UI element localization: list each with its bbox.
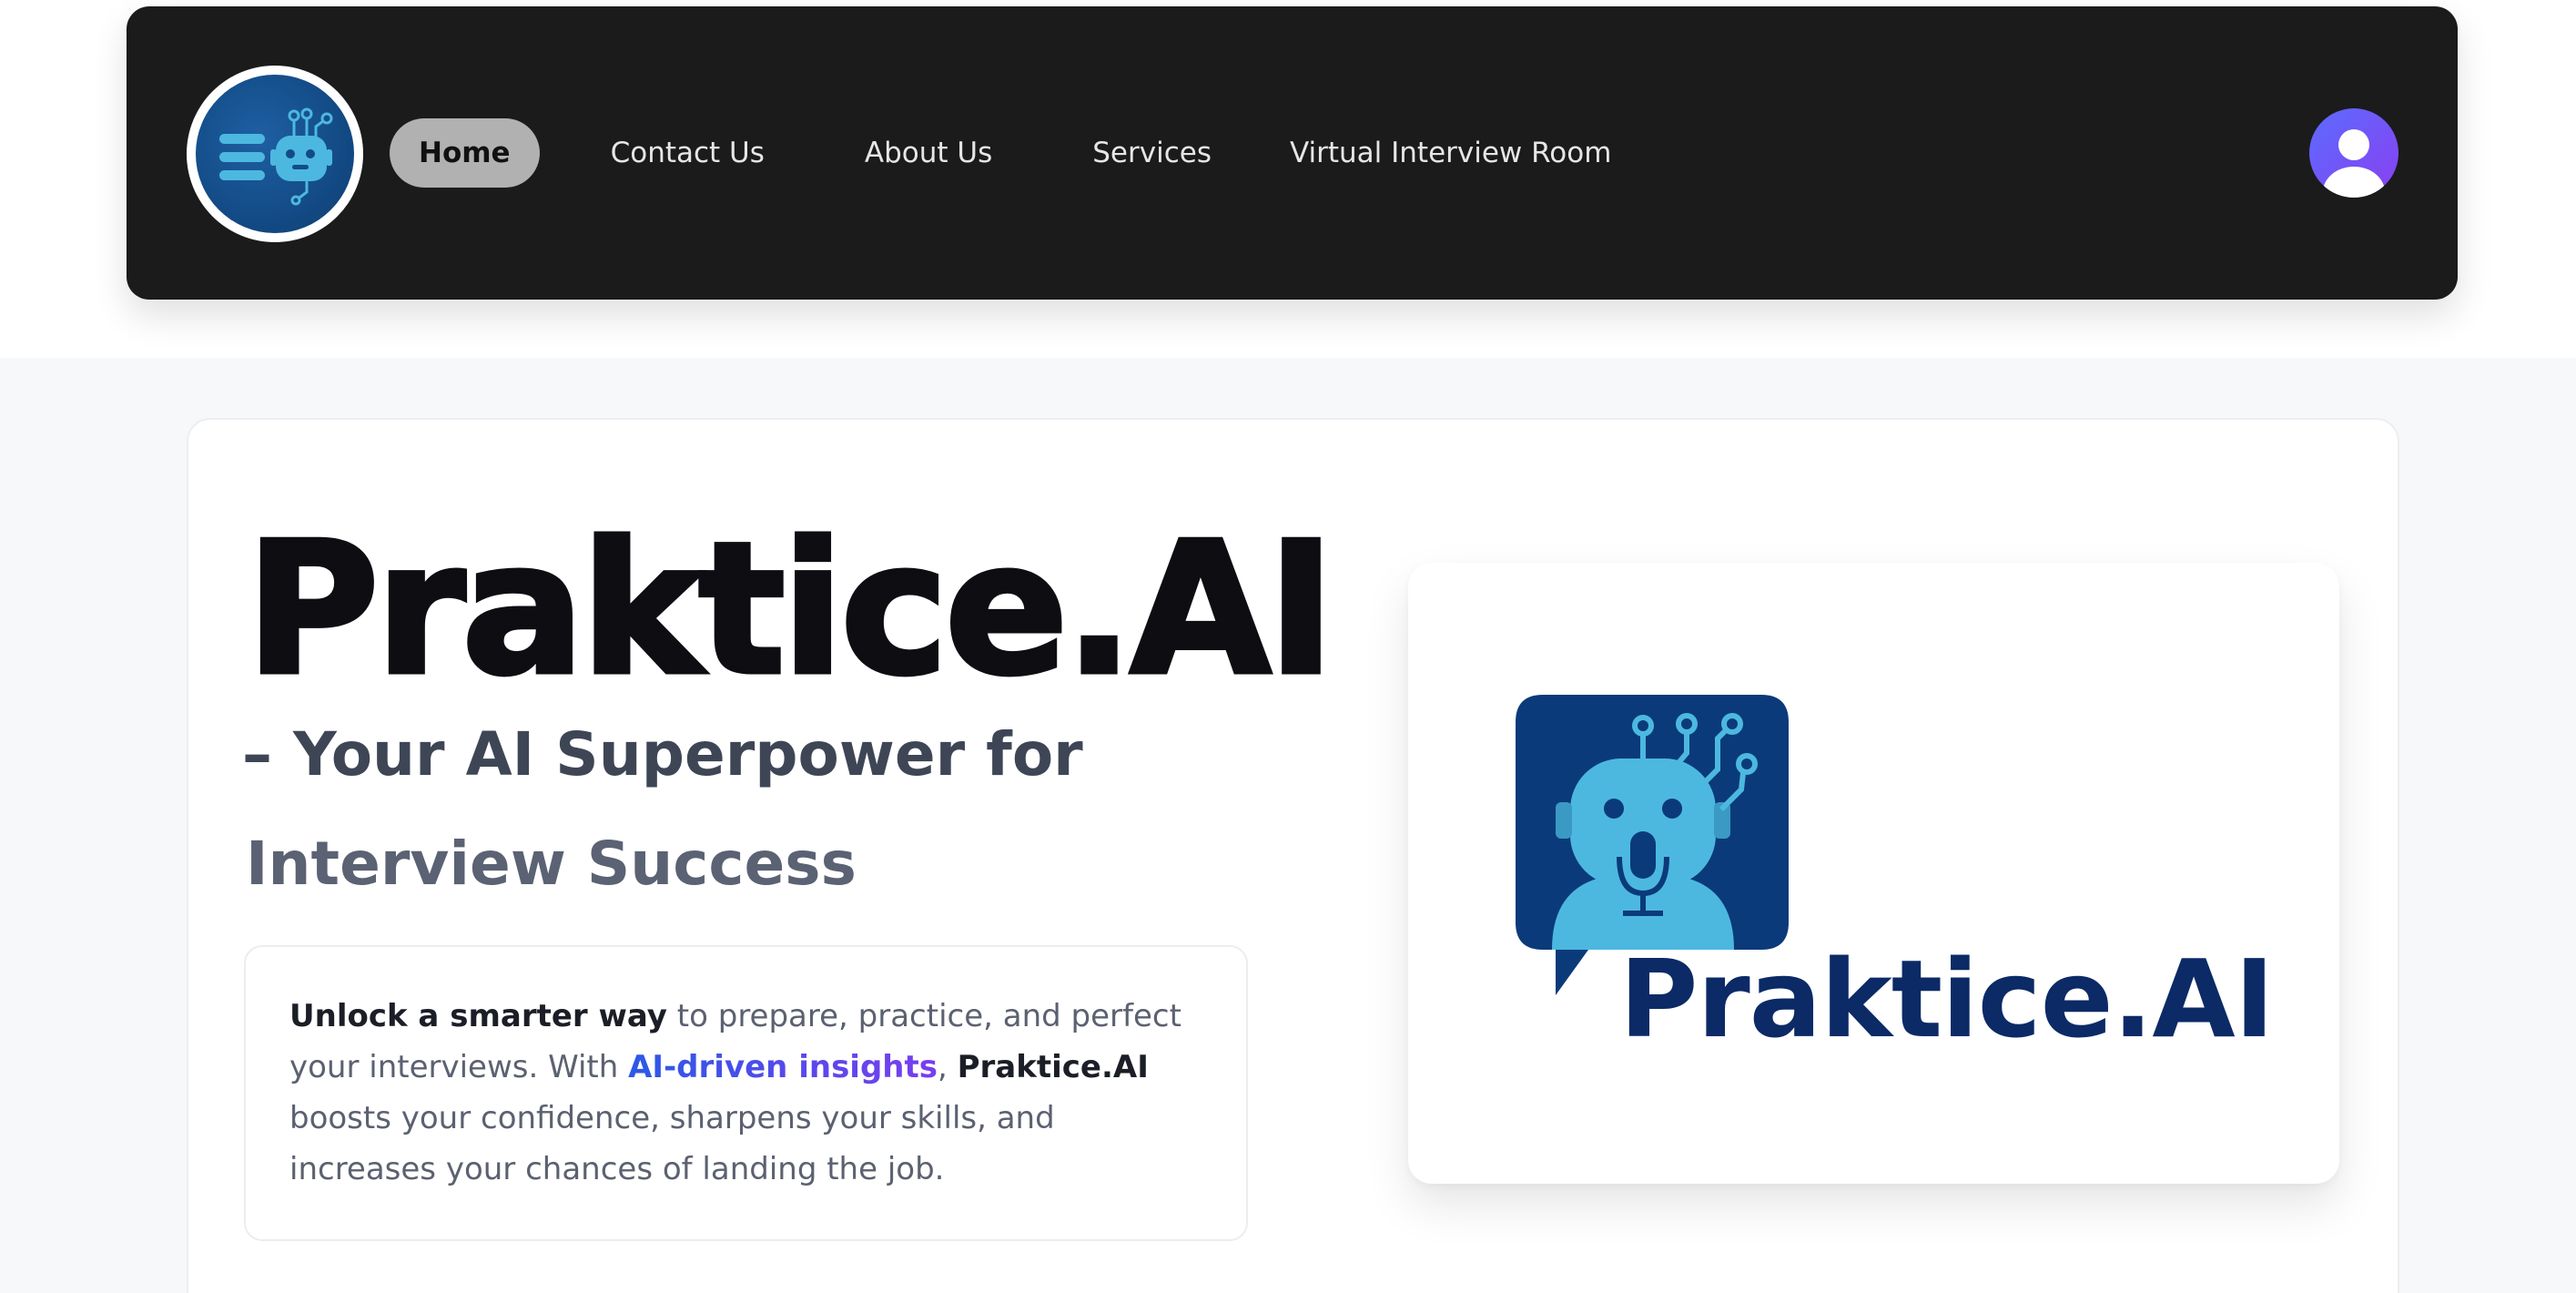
description-lead: Unlock a smarter way xyxy=(289,998,667,1034)
image-brand-text: Praktice.AI xyxy=(1619,936,2275,1062)
nav-item-services[interactable]: Services xyxy=(1063,118,1241,188)
hero-subtitle-line-1: – Your AI Superpower for xyxy=(242,719,1083,789)
description-highlight: AI-driven insights xyxy=(628,1049,938,1085)
user-avatar-button[interactable] xyxy=(2309,108,2399,198)
description-text: boosts your confidence, sharpens your sk… xyxy=(289,1100,1055,1187)
nav-item-contact-us[interactable]: Contact Us xyxy=(582,118,794,188)
description-brand: Praktice.AI xyxy=(957,1049,1149,1085)
hero-subtitle-line-2: Interview Success xyxy=(246,829,857,899)
brand-logo[interactable] xyxy=(187,66,363,242)
description-text: , xyxy=(938,1049,958,1085)
hero-title: Praktice.AI xyxy=(244,504,1338,716)
navbar: Home Contact Us About Us Services Virtua… xyxy=(127,6,2458,300)
hero-description: Unlock a smarter way to prepare, practic… xyxy=(244,945,1248,1241)
hero-image-card: Praktice.AI xyxy=(1408,563,2339,1184)
robot-menu-logo-icon xyxy=(196,75,354,233)
user-icon xyxy=(2323,129,2385,198)
nav-item-about-us[interactable]: About Us xyxy=(836,118,1021,188)
nav-item-home[interactable]: Home xyxy=(390,118,540,188)
nav-item-virtual-interview-room[interactable]: Virtual Interview Room xyxy=(1261,118,1640,188)
nav-links: Home Contact Us About Us Services Virtua… xyxy=(390,118,1640,188)
